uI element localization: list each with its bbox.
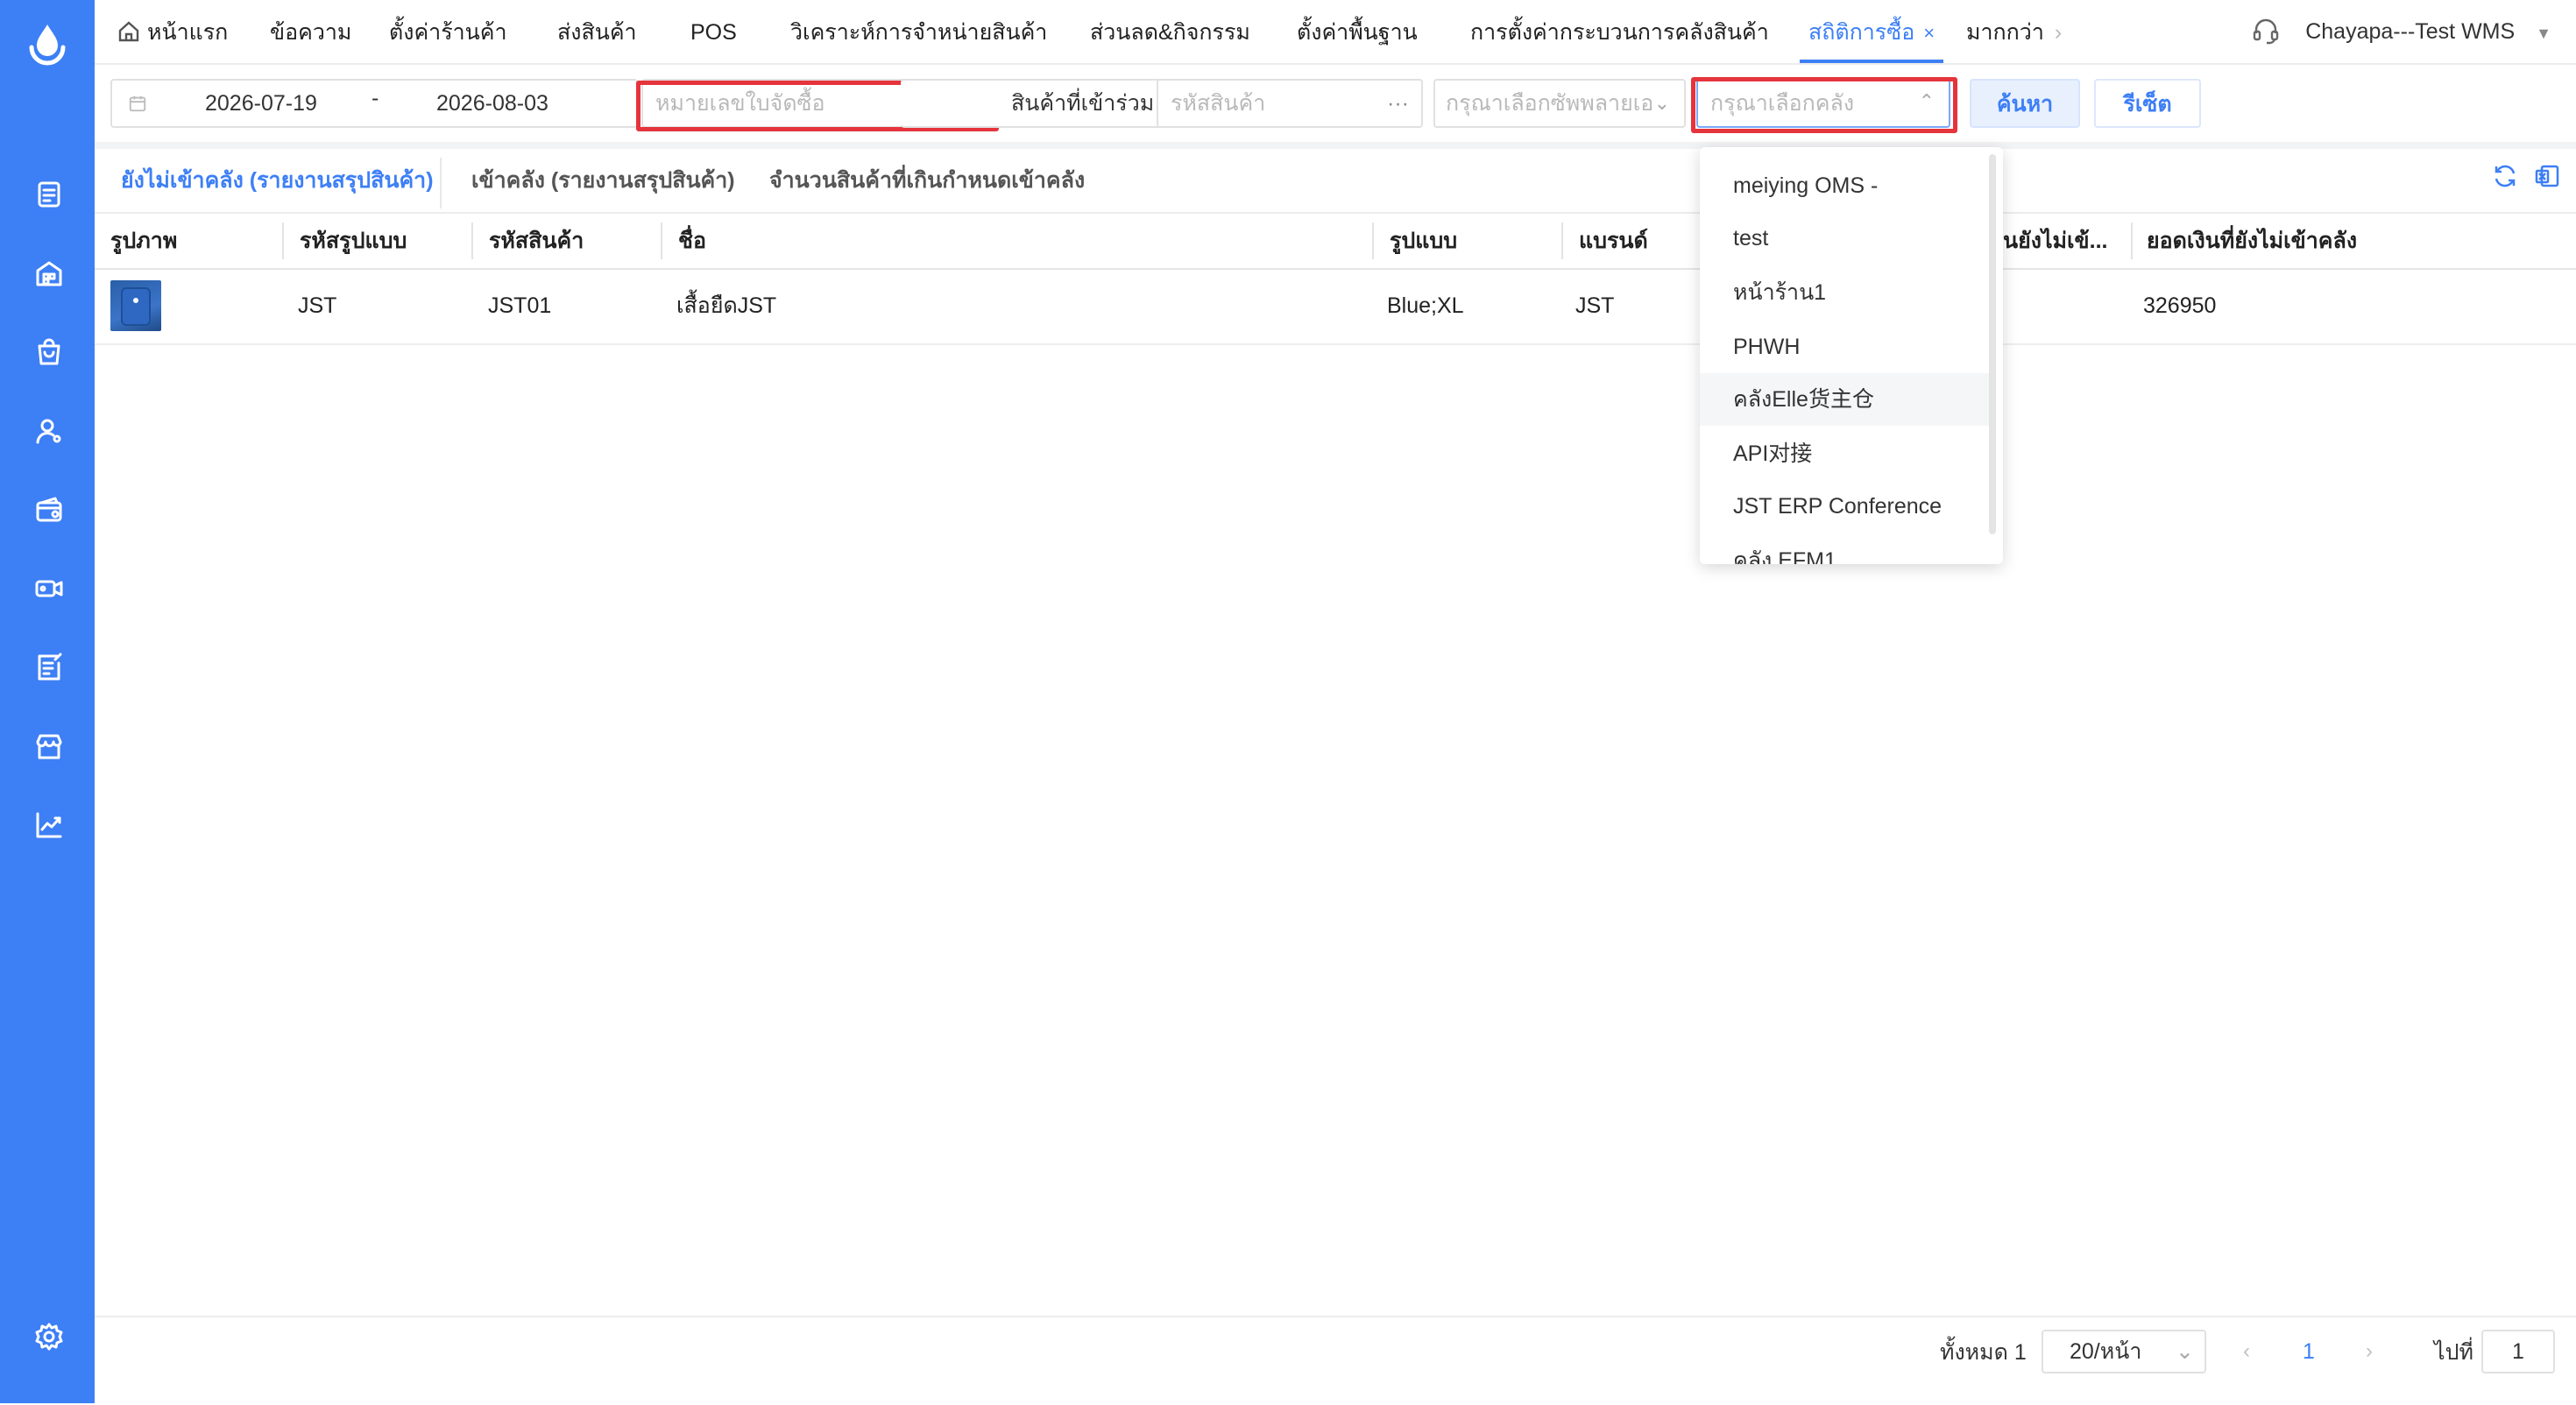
- goto-label: ไปที่: [2434, 1340, 2473, 1365]
- report-subtabs: ยังไม่เข้าคลัง (รายงานสรุปสินค้า) เข้าคล…: [95, 149, 2576, 214]
- more-options-icon[interactable]: ···: [1387, 81, 1409, 126]
- cell-brand: JST: [1575, 293, 1615, 318]
- column-header: รหัสรูปแบบ: [300, 229, 407, 253]
- subtab-overdue-quantity[interactable]: จำนวนสินค้าที่เกินกำหนดเข้าคลัง: [769, 149, 1085, 212]
- date-range-picker[interactable]: 2026-07-19 - 2026-08-03: [110, 79, 638, 128]
- column-header: แบรนด์: [1579, 229, 1648, 253]
- user-settings-icon[interactable]: [32, 413, 67, 448]
- warehouse-dropdown: meiying OMS - test หน้าร้าน1 PHWH คลังEl…: [1700, 147, 2003, 564]
- home-icon: [117, 20, 147, 45]
- filter-divider: [95, 142, 2576, 149]
- analytics-icon[interactable]: [32, 808, 67, 843]
- filter-bar: 2026-07-19 - 2026-08-03 หมายเลขใบจัดซื้อ…: [95, 63, 2576, 142]
- column-divider[interactable]: [471, 222, 473, 259]
- cell-sku: JST01: [488, 293, 552, 318]
- settings-gear-icon[interactable]: [32, 1319, 67, 1354]
- prev-page-icon[interactable]: ‹: [2243, 1330, 2250, 1373]
- subtab-stocked[interactable]: เข้าคลัง (รายงานสรุปสินค้า): [471, 149, 735, 212]
- cell-name: เสื้อยืดJST: [676, 293, 777, 318]
- dropdown-option[interactable]: คลัง EFM1: [1700, 534, 1989, 564]
- wallet-icon[interactable]: [32, 492, 67, 527]
- tab-messages[interactable]: ข้อความ: [270, 0, 351, 63]
- date-start[interactable]: 2026-07-19: [205, 81, 317, 126]
- column-header: รหัสสินค้า: [489, 229, 584, 253]
- pagination-bar: ทั้งหมด 1 20/หน้า ⌄ ‹ 1 › ไปที่ 1: [95, 1316, 2576, 1405]
- dropdown-option[interactable]: test: [1700, 212, 1989, 265]
- chevron-down-icon: ⌄: [1653, 92, 1670, 114]
- date-end[interactable]: 2026-08-03: [436, 81, 548, 126]
- table-header: รูปภาพ รหัสรูปแบบ รหัสสินค้า ชื่อ รูปแบบ…: [95, 214, 2576, 270]
- goto-page-input[interactable]: 1: [2481, 1330, 2555, 1373]
- search-button[interactable]: ค้นหา: [1970, 79, 2080, 128]
- report-icon[interactable]: [32, 650, 67, 685]
- chevron-right-icon: ›: [2054, 20, 2063, 45]
- export-excel-icon[interactable]: [2534, 163, 2560, 194]
- tab-home[interactable]: หน้าแรก: [117, 0, 228, 63]
- top-tab-bar: หน้าแรก ข้อความ ตั้งค่าร้านค้า ส่งสินค้า…: [95, 0, 2576, 65]
- tab-basic-settings[interactable]: ตั้งค่าพื้นฐาน: [1297, 0, 1418, 63]
- dropdown-option[interactable]: API对接: [1700, 427, 1989, 480]
- tab-more[interactable]: มากกว่า ›: [1966, 0, 2062, 63]
- cell-style-code: JST: [298, 293, 337, 318]
- app-logo[interactable]: [26, 21, 68, 70]
- highlight-box-warehouse: [1691, 77, 1957, 133]
- next-page-icon[interactable]: ›: [2366, 1330, 2373, 1373]
- column-header: รูปภาพ: [110, 229, 178, 253]
- supplier-select[interactable]: กรุณาเลือกซัพพลายเอ ⌄: [1433, 79, 1686, 128]
- product-thumbnail[interactable]: [110, 280, 161, 331]
- cell-variant: Blue;XL: [1387, 293, 1464, 318]
- column-divider[interactable]: [1561, 222, 1563, 259]
- reset-button[interactable]: รีเซ็ต: [2094, 79, 2201, 128]
- user-name: Chayapa---Test WMS: [2305, 19, 2516, 44]
- support-headset-icon[interactable]: [2251, 18, 2305, 45]
- table-row[interactable]: JST JST01 เสื้อยืดJST Blue;XL JST 326950: [95, 268, 2576, 345]
- column-divider[interactable]: [661, 222, 662, 259]
- tab-store-settings[interactable]: ตั้งค่าร้านค้า: [389, 0, 507, 63]
- date-separator: -: [372, 86, 379, 110]
- total-count: ทั้งหมด 1: [1940, 1340, 2027, 1365]
- page-size-select[interactable]: 20/หน้า ⌄: [2042, 1330, 2206, 1373]
- column-header: ยอดเงินที่ยังไม่เข้าคลัง: [2147, 229, 2358, 253]
- page-number-current[interactable]: 1: [2303, 1330, 2315, 1373]
- tab-pos[interactable]: POS: [690, 0, 737, 63]
- dropdown-option[interactable]: meiying OMS -: [1700, 159, 1989, 212]
- chevron-down-icon: ▼: [2536, 25, 2551, 42]
- chevron-down-icon: ⌄: [2176, 1339, 2194, 1364]
- shopping-bag-icon[interactable]: [32, 335, 67, 370]
- warehouse-icon[interactable]: [32, 256, 67, 291]
- column-header: ชื่อ: [678, 229, 706, 253]
- dropdown-scrollbar[interactable]: [1989, 154, 1996, 534]
- tab-warehouse-process-settings[interactable]: การตั้งค่ากระบวนการคลังสินค้า: [1470, 0, 1769, 63]
- column-header: รูปแบบ: [1390, 229, 1458, 253]
- dropdown-option[interactable]: คลังElle货主仓: [1700, 373, 1989, 426]
- sku-input[interactable]: รหัสสินค้า ···: [1157, 79, 1423, 128]
- store-icon[interactable]: [32, 729, 67, 764]
- column-divider[interactable]: [2131, 222, 2133, 259]
- dropdown-option[interactable]: PHWH: [1700, 321, 1989, 373]
- dropdown-option[interactable]: หน้าร้าน1: [1700, 266, 1989, 319]
- refresh-icon[interactable]: [2492, 163, 2518, 194]
- subtab-separator: [440, 158, 442, 208]
- sidebar: [0, 0, 95, 1403]
- dropdown-option[interactable]: JST ERP Conference: [1700, 480, 1989, 533]
- tab-discounts-activities[interactable]: ส่วนลด&กิจกรรม: [1090, 0, 1250, 63]
- close-tab-icon[interactable]: ×: [1923, 22, 1935, 44]
- subtab-not-stocked[interactable]: ยังไม่เข้าคลัง (รายงานสรุปสินค้า): [121, 149, 434, 212]
- tab-sales-analysis[interactable]: วิเคราะห์การจำหน่ายสินค้า: [790, 0, 1047, 63]
- user-menu[interactable]: Chayapa---Test WMS ▼: [2251, 0, 2551, 63]
- cell-amount: 326950: [2143, 293, 2217, 318]
- column-divider[interactable]: [282, 222, 284, 259]
- column-divider[interactable]: [1372, 222, 1374, 259]
- calendar-icon: [128, 81, 147, 126]
- tab-shipping[interactable]: ส่งสินค้า: [557, 0, 637, 63]
- tab-purchase-statistics[interactable]: สถิติการซื้อ ×: [1800, 0, 1944, 63]
- orders-icon[interactable]: [32, 177, 67, 212]
- video-icon[interactable]: [32, 571, 67, 606]
